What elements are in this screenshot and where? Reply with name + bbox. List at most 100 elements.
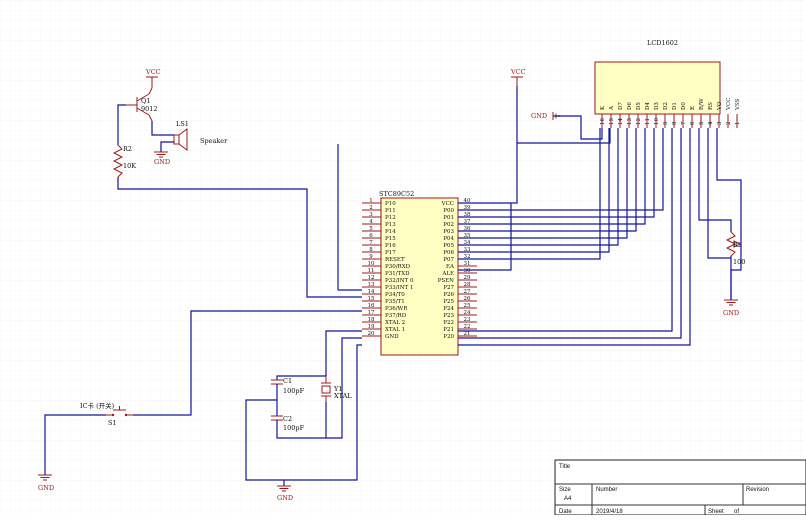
schematic-canvas: VCC Q1 9012 LS1 Speaker GND R2 10K STC89… bbox=[0, 0, 806, 516]
mcu-pin-number: 10 bbox=[368, 261, 375, 267]
lcd-pin-number: 2 bbox=[726, 122, 732, 126]
lcd-pin-number: 15 bbox=[609, 118, 615, 125]
lcd-pin-number: 11 bbox=[645, 118, 651, 125]
mcu-pin-number: 15 bbox=[368, 296, 375, 302]
lcd-pin-name: E bbox=[690, 106, 696, 110]
mcu-pin-name: P00 bbox=[443, 208, 454, 214]
mcu-pin-name: P26 bbox=[443, 292, 454, 298]
mcu-pin-name: P27 bbox=[443, 285, 454, 291]
s1-title: IC卡 (开关) bbox=[80, 401, 115, 410]
mcu-pin-name: P20 bbox=[443, 334, 454, 340]
lcd-pin-name: D1 bbox=[672, 102, 678, 110]
q1-ref: Q1 bbox=[141, 97, 150, 105]
lcd-pin-number: 13 bbox=[627, 118, 633, 125]
mcu-pin-name: P25 bbox=[443, 299, 454, 305]
mcu-pin-number: 19 bbox=[368, 324, 375, 330]
mcu-pin-name: P17 bbox=[385, 250, 396, 256]
mcu-pin-name: P11 bbox=[385, 208, 396, 214]
mcu-pin-number: 21 bbox=[464, 331, 471, 337]
mcu-pin-number: 12 bbox=[368, 275, 375, 281]
mcu-pin-number: 7 bbox=[369, 240, 373, 246]
mcu-pin-number: 22 bbox=[464, 324, 471, 330]
lcd-pin-name: VO bbox=[717, 101, 723, 111]
mcu-pin-name: P07 bbox=[443, 257, 454, 263]
mcu-pin-name: P13 bbox=[385, 222, 396, 228]
ls1-value: Speaker bbox=[200, 137, 228, 145]
mcu-pin-number: 31 bbox=[464, 261, 471, 267]
mcu-pin-number: 30 bbox=[464, 268, 471, 274]
mcu-pin-name: P02 bbox=[443, 222, 454, 228]
mcu-pin-name: P30/RXD bbox=[385, 264, 411, 270]
gnd-label-pot: GND bbox=[723, 309, 739, 317]
mcu-pin-name: VCC bbox=[441, 201, 454, 207]
mcu-pin-name: GND bbox=[385, 334, 399, 340]
r2-ref: R2 bbox=[123, 145, 132, 153]
lcd-pin-name: VSS bbox=[735, 98, 741, 111]
mcu-pin-name: XTAL 2 bbox=[385, 320, 405, 326]
mcu-pin-number: 1 bbox=[369, 198, 373, 204]
mcu-pin-number: 16 bbox=[368, 303, 375, 309]
vcc-label-mcu: VCC bbox=[510, 68, 526, 76]
mcu-pin-number: 4 bbox=[369, 219, 373, 225]
schematic-sheet: VCC Q1 9012 LS1 Speaker GND R2 10K STC89… bbox=[0, 0, 806, 516]
mcu-pin-name: P34/T0 bbox=[385, 292, 405, 298]
mcu-pin-name: P37/RD bbox=[385, 313, 407, 319]
mcu-pin-name: P05 bbox=[443, 243, 454, 249]
mcu-pin-number: 23 bbox=[464, 317, 471, 323]
gnd-label-switch: GND bbox=[38, 484, 54, 492]
mcu-pin-name: RESET bbox=[385, 257, 405, 263]
mcu-pin-name: P32/INT 0 bbox=[385, 278, 414, 284]
mcu-pin-number: 2 bbox=[369, 205, 373, 211]
lcd-pin-number: 3 bbox=[717, 121, 723, 125]
ls1-ref: LS1 bbox=[176, 120, 189, 128]
lcd-pin-number: 10 bbox=[654, 118, 660, 125]
mcu-pin-name: P31/TXD bbox=[385, 271, 410, 277]
c2-ref: C2 bbox=[283, 415, 292, 423]
size-value: A4 bbox=[564, 496, 572, 502]
mcu-pin-name: XTAL 1 bbox=[385, 327, 405, 333]
mcu-pin-number: 6 bbox=[369, 233, 373, 239]
mcu-pin-number: 27 bbox=[464, 289, 471, 295]
r2-value: 10K bbox=[123, 162, 136, 170]
mcu-pin-name: P23 bbox=[443, 313, 454, 319]
mcu-pin-name: PSEN bbox=[438, 278, 454, 284]
lcd-pin-name: D0 bbox=[681, 102, 687, 110]
lcd-pin-name: D4 bbox=[645, 102, 651, 110]
q1-value: 9012 bbox=[141, 105, 158, 113]
mcu-pin-number: 26 bbox=[464, 296, 471, 302]
lcd-pin-number: 16 bbox=[600, 118, 606, 125]
mcu-pin-name: P10 bbox=[385, 201, 396, 207]
mcu-pin-name: P06 bbox=[443, 250, 454, 256]
y1-value: XTAL bbox=[334, 392, 352, 400]
sheet-label: Sheet bbox=[708, 509, 724, 515]
mcu-pin-number: 13 bbox=[368, 282, 375, 288]
gnd-label-crystal: GND bbox=[277, 494, 293, 502]
mcu-pin-number: 17 bbox=[368, 310, 375, 316]
mcu-pin-name: ALE bbox=[441, 271, 454, 277]
mcu-pin-number: 29 bbox=[464, 275, 471, 281]
lcd-pin-name: D3 bbox=[654, 102, 660, 110]
pot-value: 100 bbox=[733, 258, 745, 266]
mcu-pin-number: 28 bbox=[464, 282, 471, 288]
mcu-pin-number: 3 bbox=[369, 212, 373, 218]
mcu-pin-name: P22 bbox=[443, 320, 454, 326]
mcu-pin-name: P16 bbox=[385, 243, 396, 249]
lcd-pin-number: 5 bbox=[699, 121, 705, 125]
lcd-pin-number: 4 bbox=[708, 121, 714, 125]
mcu-pin-name: P01 bbox=[443, 215, 454, 221]
lcd-pin-name: VCC bbox=[726, 98, 732, 111]
mcu-pin-name: P15 bbox=[385, 236, 396, 242]
date-value: 2019/4/18 bbox=[596, 509, 623, 515]
lcd-name: LCD1602 bbox=[647, 39, 678, 47]
of-label: of bbox=[734, 509, 739, 515]
lcd-pin-number: 12 bbox=[636, 118, 642, 125]
mcu-pin-name: P21 bbox=[443, 327, 454, 333]
mcu-pin-number: 5 bbox=[369, 226, 373, 232]
mcu-pin-number: 14 bbox=[368, 289, 375, 295]
lcd-pin-name: D5 bbox=[636, 102, 642, 110]
size-label: Size bbox=[559, 487, 571, 493]
s1-ref: S1 bbox=[108, 419, 117, 427]
number-label: Number bbox=[596, 487, 617, 493]
mcu-pin-name: P35/T1 bbox=[385, 299, 405, 305]
mcu-pin-number: 24 bbox=[464, 310, 471, 316]
